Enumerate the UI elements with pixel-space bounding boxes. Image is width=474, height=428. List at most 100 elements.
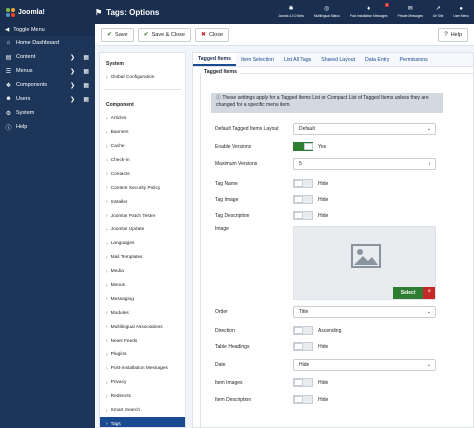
maximum-versions-input[interactable]: 5 ↕ xyxy=(293,158,436,170)
sidebar-item-menus[interactable]: ☰ Menus ❯ ▦ xyxy=(0,64,95,78)
option-item[interactable]: › Menus xyxy=(100,279,185,293)
clear-image-button[interactable]: × xyxy=(423,287,435,299)
version-button[interactable]: ✱ Joomla 4.0.0 Beta xyxy=(273,0,309,24)
option-item[interactable]: › Multilingual Associations xyxy=(100,320,185,334)
chevron-right-icon: ❯ xyxy=(69,54,75,61)
page-title: ⚑ Tags: Options xyxy=(95,7,160,17)
default-layout-select[interactable]: Default ⌄ xyxy=(293,123,436,135)
sidebar-item-home-dashboard[interactable]: ⌂ Home Dashboard xyxy=(0,36,95,50)
post-install-messages-button[interactable]: ♦ 3 Post Installation Messages xyxy=(345,0,393,24)
bell-icon: ♦ xyxy=(367,6,371,12)
image-placeholder-icon xyxy=(351,244,381,268)
option-item[interactable]: › Privacy xyxy=(100,376,185,390)
option-item[interactable]: › Redirects xyxy=(100,390,185,404)
order-select[interactable]: Title ⌄ xyxy=(293,306,436,318)
option-item[interactable]: › Post-installation Messages xyxy=(100,362,185,376)
switch-toggle[interactable] xyxy=(293,378,313,387)
field-label: Direction xyxy=(215,327,235,334)
sidebar-item-content[interactable]: ▤ Content ❯ ▦ xyxy=(0,50,95,64)
tab-list-all-tags[interactable]: List All Tags xyxy=(279,53,316,66)
dashboard-grid-icon[interactable]: ▦ xyxy=(83,96,89,103)
sidebar-item-users[interactable]: ☻ Users ❯ ▦ xyxy=(0,92,95,106)
option-item[interactable]: › Joomla! Patch Tester xyxy=(100,209,185,223)
select-image-button[interactable]: Select xyxy=(392,287,424,299)
option-item[interactable]: › Joomla! Update xyxy=(100,223,185,237)
home-icon: ⌂ xyxy=(6,40,11,46)
tag-description-switch[interactable]: Hide xyxy=(293,211,328,220)
option-item[interactable]: › Installer xyxy=(100,195,185,209)
option-item-label: Contacts xyxy=(110,171,130,177)
switch-toggle[interactable] xyxy=(293,395,313,404)
tab-item-selection[interactable]: Item Selection xyxy=(236,53,279,66)
item-images-switch[interactable]: Hide xyxy=(293,378,328,387)
chevron-down-icon: ⌄ xyxy=(426,362,431,368)
chevron-right-icon: › xyxy=(106,268,108,275)
direction-switch[interactable]: Ascending xyxy=(293,326,341,335)
save-close-button[interactable]: ✔ Save & Close xyxy=(137,27,191,42)
switch-toggle[interactable] xyxy=(293,142,313,151)
save-button[interactable]: ✔ Save xyxy=(101,27,134,42)
sidebar-item-help[interactable]: ⓘ Help xyxy=(0,120,95,134)
toggle-icon: ◀ xyxy=(5,27,10,33)
info-alert: ⓘ These settings apply for a Tagged Item… xyxy=(211,93,443,113)
enable-versions-switch[interactable]: Yes xyxy=(293,142,326,151)
option-item[interactable]: › News Feeds xyxy=(100,334,185,348)
chevron-right-icon: › xyxy=(106,421,108,428)
tab-data-entry[interactable]: Data Entry xyxy=(360,53,395,66)
option-item-label: Redirects xyxy=(110,394,131,400)
option-item-label: Privacy xyxy=(110,380,127,386)
option-item[interactable]: › Articles xyxy=(100,112,185,126)
option-item[interactable]: › Cache xyxy=(100,140,185,154)
option-item[interactable]: › Mail Templates xyxy=(100,251,185,265)
toggle-menu-button[interactable]: ◀ Toggle Menu xyxy=(0,24,95,36)
chevron-right-icon: › xyxy=(106,338,108,345)
option-item[interactable]: › Tags xyxy=(100,417,185,428)
date-select[interactable]: Hide ⌄ xyxy=(293,359,436,371)
dashboard-grid-icon[interactable]: ▦ xyxy=(83,82,89,89)
option-item[interactable]: › Check-in xyxy=(100,154,185,168)
option-item-label: Smart Search xyxy=(110,408,140,414)
dashboard-grid-icon[interactable]: ▦ xyxy=(83,54,89,61)
view-site-button[interactable]: ↗ Uh Site xyxy=(428,0,448,24)
option-item[interactable]: › Media xyxy=(100,265,185,279)
option-item[interactable]: › Banners xyxy=(100,126,185,140)
sidebar-item-components[interactable]: ❖ Components ❯ ▦ xyxy=(0,78,95,92)
joomla-logo[interactable]: Joomla! xyxy=(0,7,95,17)
user-menu-button[interactable]: ● User Menu xyxy=(448,0,474,24)
switch-toggle[interactable] xyxy=(293,179,313,188)
close-button[interactable]: ✖ Close xyxy=(194,27,230,42)
switch-toggle[interactable] xyxy=(293,195,313,204)
chevron-right-icon: › xyxy=(106,226,108,233)
divider xyxy=(104,88,181,90)
chevron-right-icon: › xyxy=(106,213,108,220)
option-item[interactable]: › Modules xyxy=(100,306,185,320)
switch-toggle[interactable] xyxy=(293,211,313,220)
field-order: Order Title ⌄ xyxy=(215,306,445,318)
switch-toggle[interactable] xyxy=(293,342,313,351)
help-button[interactable]: ? Help xyxy=(438,27,468,42)
component-options-list: System › Global Configuration Component … xyxy=(99,52,186,428)
sidebar-item-system[interactable]: ⚙ System xyxy=(0,106,95,120)
tab-tagged-items[interactable]: Tagged Items xyxy=(193,53,237,66)
table-headings-switch[interactable]: Hide xyxy=(293,342,328,351)
tab-shared-layout[interactable]: Shared Layout xyxy=(316,53,360,66)
option-item-label: Tags xyxy=(110,421,121,427)
option-item[interactable]: › Messaging xyxy=(100,292,185,306)
option-item[interactable]: › Content Security Policy xyxy=(100,181,185,195)
chevron-right-icon: › xyxy=(106,240,108,247)
tab-permissions[interactable]: Permissions xyxy=(395,53,433,66)
option-item[interactable]: › Plugins xyxy=(100,348,185,362)
item-description-switch[interactable]: Hide xyxy=(293,395,328,404)
option-item[interactable]: › Languages xyxy=(100,237,185,251)
option-item[interactable]: › Smart Search xyxy=(100,404,185,418)
multilingual-status-button[interactable]: ◎ Multilingual Status xyxy=(309,0,345,24)
dashboard-grid-icon[interactable]: ▦ xyxy=(83,68,89,75)
option-item-global-configuration[interactable]: › Global Configuration xyxy=(100,71,185,85)
tag-name-switch[interactable]: Hide xyxy=(293,179,328,188)
file-icon: ▤ xyxy=(5,54,12,61)
tag-image-switch[interactable]: Hide xyxy=(293,195,328,204)
switch-toggle[interactable] xyxy=(293,326,313,335)
private-messages-button[interactable]: ✉ Private Messages xyxy=(393,0,428,24)
chevron-right-icon: › xyxy=(106,143,108,150)
option-item[interactable]: › Contacts xyxy=(100,167,185,181)
